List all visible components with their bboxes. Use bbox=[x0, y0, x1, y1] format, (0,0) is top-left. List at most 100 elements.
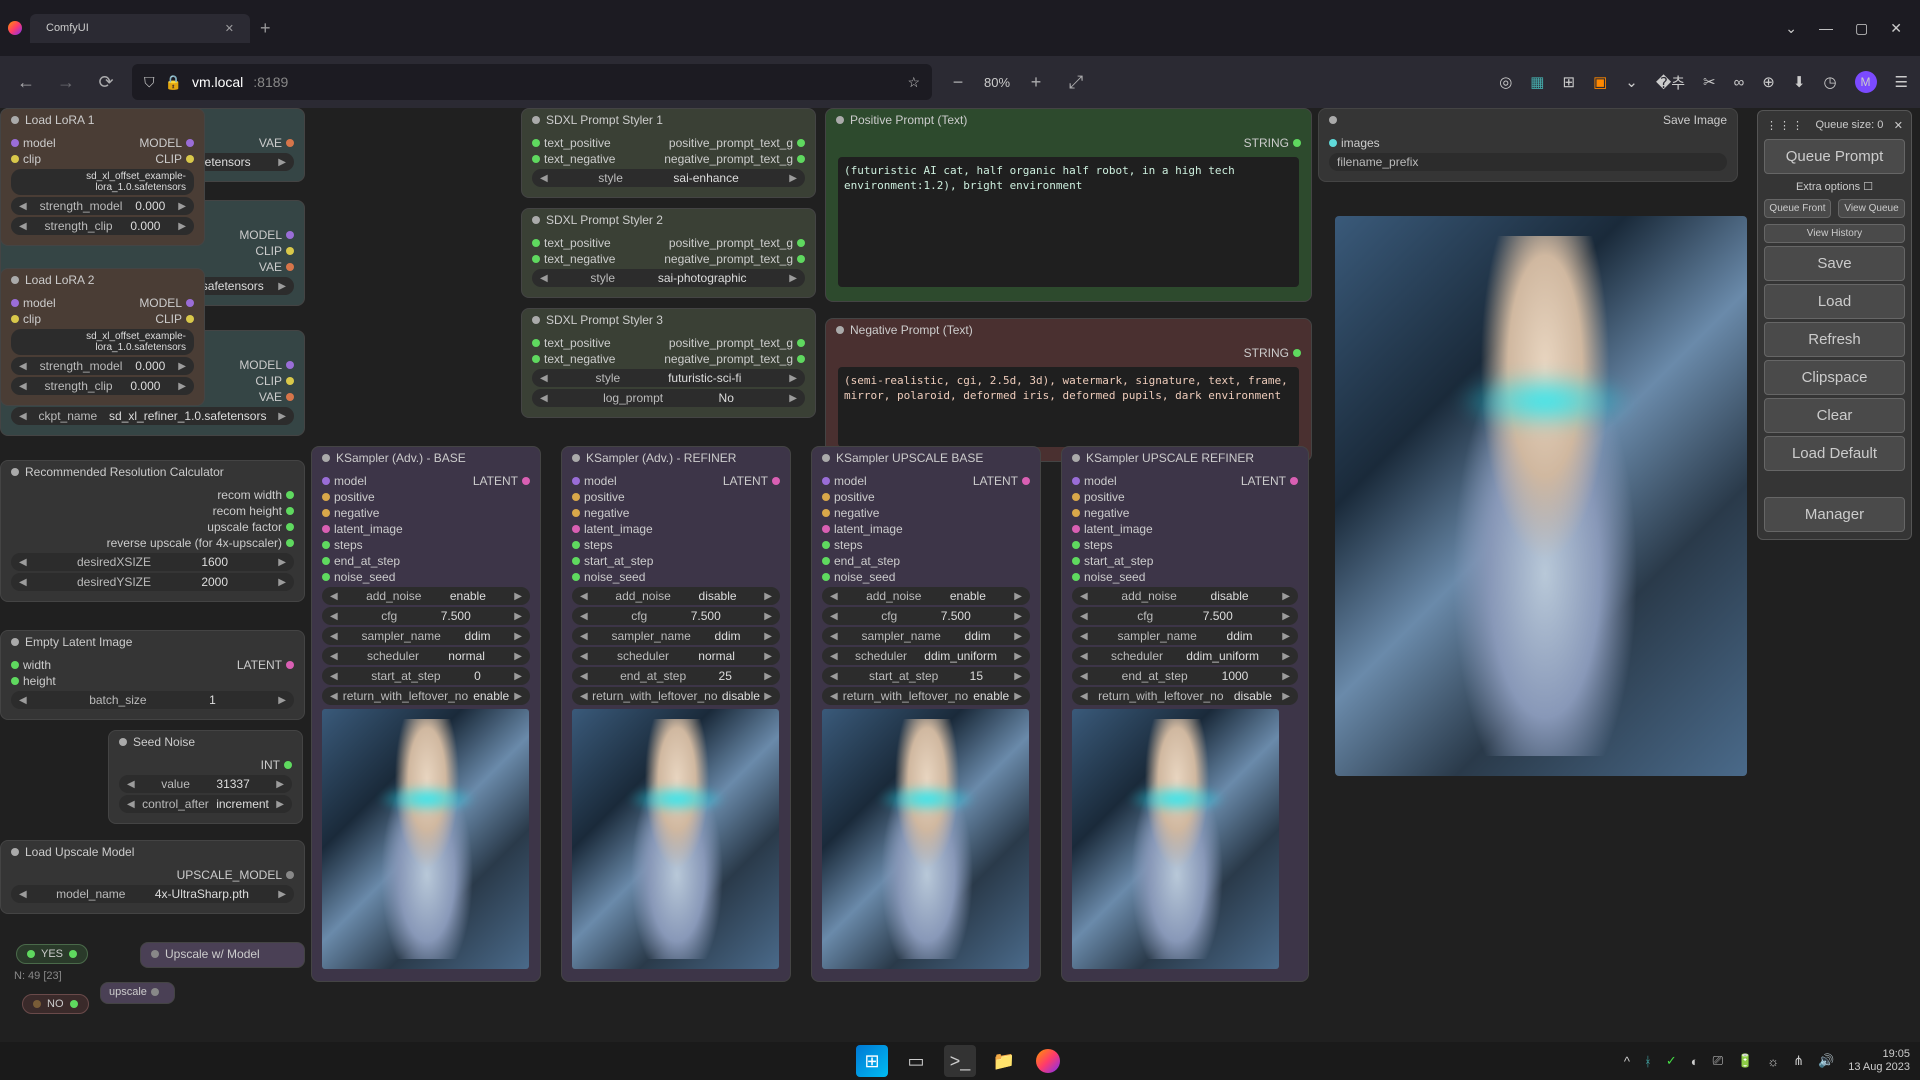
menu-icon[interactable]: ☰ bbox=[1895, 73, 1908, 91]
ext-icon-5[interactable]: ✂ bbox=[1703, 73, 1716, 91]
node-ksampler-upscale-base[interactable]: KSampler UPSCALE BASE modelLATENT positi… bbox=[811, 446, 1041, 982]
forward-button[interactable]: → bbox=[52, 68, 80, 96]
widget-lora-name[interactable]: sd_xl_offset_example-lora_1.0.safetensor… bbox=[11, 169, 194, 195]
ext-icon-1[interactable]: ◎ bbox=[1499, 73, 1512, 91]
node-ksampler-refiner[interactable]: KSampler (Adv.) - REFINER modelLATENT po… bbox=[561, 446, 791, 982]
extensions-icon[interactable]: �추 bbox=[1656, 72, 1685, 93]
widget-model-name[interactable]: ◀model_name4x-UltraSharp.pth▶ bbox=[11, 885, 294, 903]
node-upscale-with-model[interactable]: Upscale w/ Model bbox=[140, 942, 305, 968]
widget-strength-model[interactable]: ◀strength_model0.000▶ bbox=[11, 357, 194, 375]
close-window-icon[interactable]: ✕ bbox=[1890, 20, 1902, 37]
widget-log-prompt[interactable]: ◀log_promptNo▶ bbox=[532, 389, 805, 407]
manager-button[interactable]: Manager bbox=[1764, 497, 1905, 532]
node-empty-latent-image[interactable]: Empty Latent Image widthLATENT height ◀b… bbox=[0, 630, 305, 720]
zoom-out-button[interactable]: − bbox=[944, 68, 972, 96]
comfyui-menu[interactable]: ⋮⋮⋮ Queue size: 0 ✕ Queue Prompt Extra o… bbox=[1757, 110, 1912, 540]
ext-icon-4[interactable]: ▣ bbox=[1593, 73, 1607, 91]
view-history-button[interactable]: View History bbox=[1764, 224, 1905, 243]
node-load-lora-2[interactable]: Load LoRA 2 modelMODEL clipCLIP sd_xl_of… bbox=[0, 268, 205, 406]
queue-prompt-button[interactable]: Queue Prompt bbox=[1764, 139, 1905, 174]
prompt-textarea[interactable]: (futuristic AI cat, half organic half ro… bbox=[838, 157, 1299, 287]
battery-icon[interactable]: 🔋 bbox=[1737, 1053, 1753, 1069]
wifi-icon[interactable]: ⋔ bbox=[1793, 1053, 1804, 1069]
bluetooth-icon[interactable]: ᚼ bbox=[1644, 1054, 1652, 1069]
lock-icon[interactable]: 🔒 bbox=[165, 74, 182, 91]
node-reroute-upscale[interactable]: upscale bbox=[100, 982, 175, 1004]
widget-style[interactable]: ◀stylesai-photographic▶ bbox=[532, 269, 805, 287]
system-clock[interactable]: 19:05 13 Aug 2023 bbox=[1848, 1048, 1910, 1074]
minimize-icon[interactable]: — bbox=[1819, 20, 1833, 37]
widget-control-after[interactable]: ◀control_afterincrement▶ bbox=[119, 795, 292, 813]
node-seed-noise[interactable]: Seed Noise INT ◀value31337▶ ◀control_aft… bbox=[108, 730, 303, 824]
volume-icon[interactable]: 🔊 bbox=[1818, 1053, 1834, 1069]
node-recommended-resolution[interactable]: Recommended Resolution Calculator recom … bbox=[0, 460, 305, 602]
zoom-in-button[interactable]: + bbox=[1022, 68, 1050, 96]
bookmark-star-icon[interactable]: ☆ bbox=[907, 74, 920, 91]
cast-icon[interactable]: ⎚ bbox=[1713, 1053, 1723, 1069]
weather-icon[interactable]: ◐ bbox=[1691, 1054, 1699, 1069]
security-icon[interactable]: ✓ bbox=[1666, 1053, 1677, 1069]
widget-y[interactable]: ◀desiredYSIZE2000▶ bbox=[11, 573, 294, 591]
downloads-icon[interactable]: ⬇ bbox=[1793, 73, 1806, 91]
node-sdxl-prompt-styler-1[interactable]: SDXL Prompt Styler 1 text_positivepositi… bbox=[521, 108, 816, 198]
tray-expand-icon[interactable]: ^ bbox=[1624, 1054, 1630, 1069]
widget-x[interactable]: ◀desiredXSIZE1600▶ bbox=[11, 553, 294, 571]
widget-lora-name[interactable]: sd_xl_offset_example-lora_1.0.safetensor… bbox=[11, 329, 194, 355]
ext-icon-6[interactable]: ∞ bbox=[1734, 74, 1745, 91]
clear-button[interactable]: Clear bbox=[1764, 398, 1905, 433]
pill-yes[interactable]: YES bbox=[16, 944, 88, 964]
back-button[interactable]: ← bbox=[12, 68, 40, 96]
save-button[interactable]: Save bbox=[1764, 246, 1905, 281]
chevron-down-icon[interactable]: ⌄ bbox=[1785, 20, 1797, 37]
fullscreen-icon[interactable]: ⤢ bbox=[1062, 68, 1090, 96]
extra-options-checkbox[interactable]: Extra options ☐ bbox=[1762, 177, 1907, 196]
brightness-icon[interactable]: ☼ bbox=[1767, 1054, 1779, 1069]
ext-icon-2[interactable]: ▦ bbox=[1530, 73, 1544, 91]
node-sdxl-prompt-styler-2[interactable]: SDXL Prompt Styler 2 text_positivepositi… bbox=[521, 208, 816, 298]
maximize-icon[interactable]: ▢ bbox=[1855, 20, 1868, 37]
widget-value[interactable]: ◀value31337▶ bbox=[119, 775, 292, 793]
node-ksampler-base[interactable]: KSampler (Adv.) - BASE modelLATENT posit… bbox=[311, 446, 541, 982]
widget-style[interactable]: ◀stylefuturistic-sci-fi▶ bbox=[532, 369, 805, 387]
widget-strength-clip[interactable]: ◀strength_clip0.000▶ bbox=[11, 217, 194, 235]
view-queue-button[interactable]: View Queue bbox=[1838, 199, 1905, 218]
browser-tab[interactable]: ComfyUI ✕ bbox=[30, 14, 250, 43]
widget-style[interactable]: ◀stylesai-enhance▶ bbox=[532, 169, 805, 187]
ext-icon-7[interactable]: ⊕ bbox=[1762, 73, 1775, 91]
output-image-preview[interactable] bbox=[1335, 216, 1747, 776]
widget-strength-model[interactable]: ◀strength_model0.000▶ bbox=[11, 197, 194, 215]
terminal-icon[interactable]: >_ bbox=[944, 1045, 976, 1077]
close-tab-icon[interactable]: ✕ bbox=[225, 22, 234, 35]
gear-icon[interactable]: ✕ bbox=[1894, 119, 1903, 132]
clipspace-button[interactable]: Clipspace bbox=[1764, 360, 1905, 395]
file-explorer-icon[interactable]: 📁 bbox=[988, 1045, 1020, 1077]
widget-filename-prefix[interactable]: filename_prefix bbox=[1329, 153, 1727, 171]
widget-batch-size[interactable]: ◀batch_size1▶ bbox=[11, 691, 294, 709]
shield-icon[interactable]: ⛉ bbox=[144, 74, 155, 91]
node-load-lora-1[interactable]: Load LoRA 1 modelMODEL clipCLIP sd_xl_of… bbox=[0, 108, 205, 246]
node-load-upscale-model[interactable]: Load Upscale Model UPSCALE_MODEL ◀model_… bbox=[0, 840, 305, 914]
widget-strength-clip[interactable]: ◀strength_clip0.000▶ bbox=[11, 377, 194, 395]
reload-button[interactable]: ⟳ bbox=[92, 68, 120, 96]
node-positive-prompt[interactable]: Positive Prompt (Text) STRING (futuristi… bbox=[825, 108, 1312, 302]
load-button[interactable]: Load bbox=[1764, 284, 1905, 319]
task-view-icon[interactable]: ▭ bbox=[900, 1045, 932, 1077]
prompt-textarea[interactable]: (semi-realistic, cgi, 2.5d, 3d), waterma… bbox=[838, 367, 1299, 447]
refresh-button[interactable]: Refresh bbox=[1764, 322, 1905, 357]
drag-handle-icon[interactable]: ⋮⋮⋮ bbox=[1766, 119, 1805, 132]
pocket-icon[interactable]: ⌄ bbox=[1625, 73, 1638, 91]
new-tab-button[interactable]: + bbox=[260, 18, 271, 39]
node-negative-prompt[interactable]: Negative Prompt (Text) STRING (semi-real… bbox=[825, 318, 1312, 462]
account-icon[interactable]: M bbox=[1855, 71, 1877, 93]
load-default-button[interactable]: Load Default bbox=[1764, 436, 1905, 471]
queue-front-button[interactable]: Queue Front bbox=[1764, 199, 1831, 218]
node-sdxl-prompt-styler-3[interactable]: SDXL Prompt Styler 3 text_positivepositi… bbox=[521, 308, 816, 418]
pill-no[interactable]: NO bbox=[22, 994, 89, 1014]
start-button[interactable]: ⊞ bbox=[856, 1045, 888, 1077]
widget-ckpt[interactable]: ◀ckpt_namesd_xl_refiner_1.0.safetensors▶ bbox=[11, 407, 294, 425]
firefox-taskbar-icon[interactable] bbox=[1032, 1045, 1064, 1077]
url-bar[interactable]: ⛉ 🔒 vm.local:8189 ☆ bbox=[132, 64, 932, 100]
ext-icon-3[interactable]: ⊞ bbox=[1562, 73, 1575, 91]
history-icon[interactable]: ◷ bbox=[1823, 73, 1836, 91]
node-save-image[interactable]: Save Image images filename_prefix bbox=[1318, 108, 1738, 182]
